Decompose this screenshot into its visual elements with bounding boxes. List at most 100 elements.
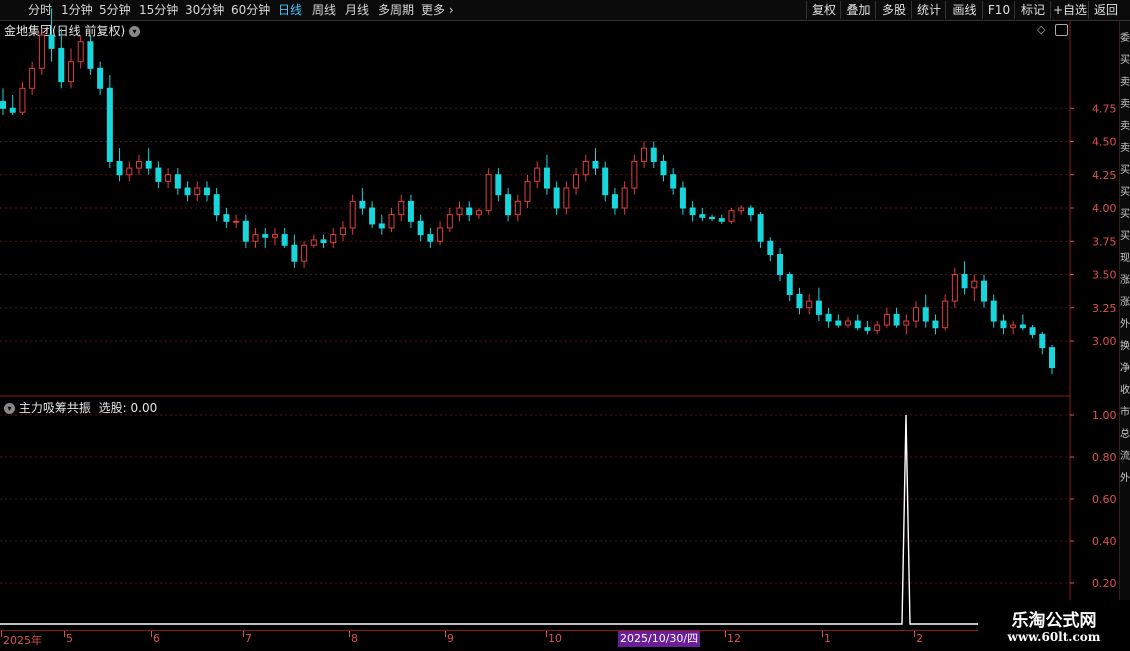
candle-body-104 (1010, 324, 1017, 329)
candle-body-67 (650, 147, 657, 162)
watermark-url: www.60lt.com (1007, 630, 1101, 644)
candle-body-87 (845, 320, 852, 326)
candle-body-57 (553, 187, 560, 209)
candle-body-82 (796, 293, 803, 309)
date-label-9: 1 (824, 632, 831, 645)
side-label-13: 外 (1120, 319, 1130, 330)
candle-body-5 (48, 34, 55, 49)
price-tick-label-1: 4.75 (1092, 102, 1117, 115)
side-label-4: 卖 (1120, 121, 1130, 132)
candle-body-23 (223, 214, 230, 222)
candle-body-9 (87, 41, 94, 69)
candle-body-69 (670, 174, 677, 189)
candle-body-97 (942, 300, 949, 329)
date-label-4: 8 (351, 632, 358, 645)
candle-body-80 (777, 254, 784, 276)
candle-body-103 (1000, 320, 1007, 329)
candle-body-86 (835, 320, 842, 326)
date-label-0: 2025年 (3, 634, 42, 647)
candle-body-83 (806, 300, 813, 309)
date-axis: 2025年 5 6 7 8 9 10 12 1 2 2025/10/30/四 (0, 630, 1130, 651)
candle-body-64 (621, 187, 628, 209)
candle-body-96 (932, 320, 939, 329)
date-tick-2 (151, 631, 152, 637)
candle-body-75 (728, 210, 735, 222)
candle-body-29 (281, 234, 288, 246)
date-tick-6 (546, 631, 547, 637)
side-label-9: 买 (1120, 231, 1130, 242)
indicator-line (0, 414, 1070, 625)
candle-body-74 (718, 218, 725, 222)
candle-body-20 (194, 187, 201, 196)
candle-body-0 (0, 101, 6, 109)
candle-body-47 (456, 207, 463, 216)
candle-body-81 (786, 274, 793, 295)
candle-body-38 (369, 207, 376, 225)
candle-body-61 (592, 160, 599, 169)
candle-body-1 (9, 107, 16, 113)
date-tick-1 (64, 631, 65, 637)
candle-body-106 (1029, 327, 1036, 335)
candle-body-4 (38, 34, 45, 69)
candle-body-100 (971, 280, 978, 289)
candle-body-89 (864, 327, 871, 331)
candle-body-8 (77, 41, 84, 63)
side-label-6: 买 (1120, 165, 1130, 176)
candle-body-70 (679, 187, 686, 209)
candle-body-102 (990, 300, 997, 322)
date-tick-4 (349, 631, 350, 637)
candle-body-101 (981, 280, 988, 302)
price-tick-label-7: 3.25 (1092, 302, 1117, 315)
candle-body-19 (184, 187, 191, 196)
date-label-3: 7 (245, 632, 252, 645)
price-tick-label-3: 4.25 (1092, 169, 1117, 182)
candle-body-44 (427, 234, 434, 242)
candle-body-95 (922, 307, 929, 322)
date-label-6: 10 (548, 632, 562, 645)
candle-body-14 (135, 160, 142, 169)
candlestick-chart: 6.004.754.504.254.003.753.503.253.001.00… (0, 8, 1117, 628)
side-label-7: 买 (1120, 187, 1130, 198)
chevron-down-icon[interactable]: ▾ (4, 403, 15, 414)
candle-body-35 (339, 227, 346, 236)
candle-body-7 (67, 61, 74, 83)
candle-body-10 (97, 67, 104, 89)
side-label-20: 外 (1120, 473, 1130, 484)
candle-body-93 (903, 320, 910, 326)
price-tick-label-2: 4.50 (1092, 136, 1117, 149)
candle-body-88 (854, 320, 861, 329)
date-label-8: 12 (727, 632, 741, 645)
candle-body-37 (359, 200, 366, 209)
ind-tick-label-4: 0.20 (1092, 577, 1117, 590)
candle-body-42 (407, 200, 414, 222)
candle-body-39 (378, 223, 385, 229)
candle-body-51 (495, 174, 502, 196)
date-label-2: 6 (153, 632, 160, 645)
date-tick-10 (914, 631, 915, 637)
candle-body-18 (174, 174, 181, 189)
candle-body-99 (961, 274, 968, 289)
candle-body-54 (524, 180, 531, 202)
side-label-12: 涨 (1120, 297, 1130, 308)
candle-body-27 (262, 234, 269, 238)
candle-body-91 (883, 313, 890, 326)
candle-body-28 (271, 234, 278, 238)
date-label-5: 9 (447, 632, 454, 645)
date-tick-9 (822, 631, 823, 637)
candle-body-26 (252, 234, 259, 242)
candle-body-62 (602, 167, 609, 196)
candle-body-108 (1049, 347, 1055, 369)
candle-body-98 (951, 274, 958, 302)
side-label-10: 现 (1120, 253, 1130, 264)
candle-body-66 (641, 147, 648, 162)
date-tick-0 (1, 631, 2, 637)
candle-body-40 (388, 214, 395, 229)
candle-body-21 (203, 187, 210, 196)
candle-body-43 (417, 220, 424, 236)
candle-body-76 (738, 207, 745, 212)
candle-body-22 (213, 194, 220, 216)
candle-body-6 (58, 47, 65, 83)
crosshair-date-label: 2025/10/30/四 (618, 631, 701, 647)
candle-body-60 (582, 160, 589, 176)
candle-body-73 (709, 216, 716, 220)
